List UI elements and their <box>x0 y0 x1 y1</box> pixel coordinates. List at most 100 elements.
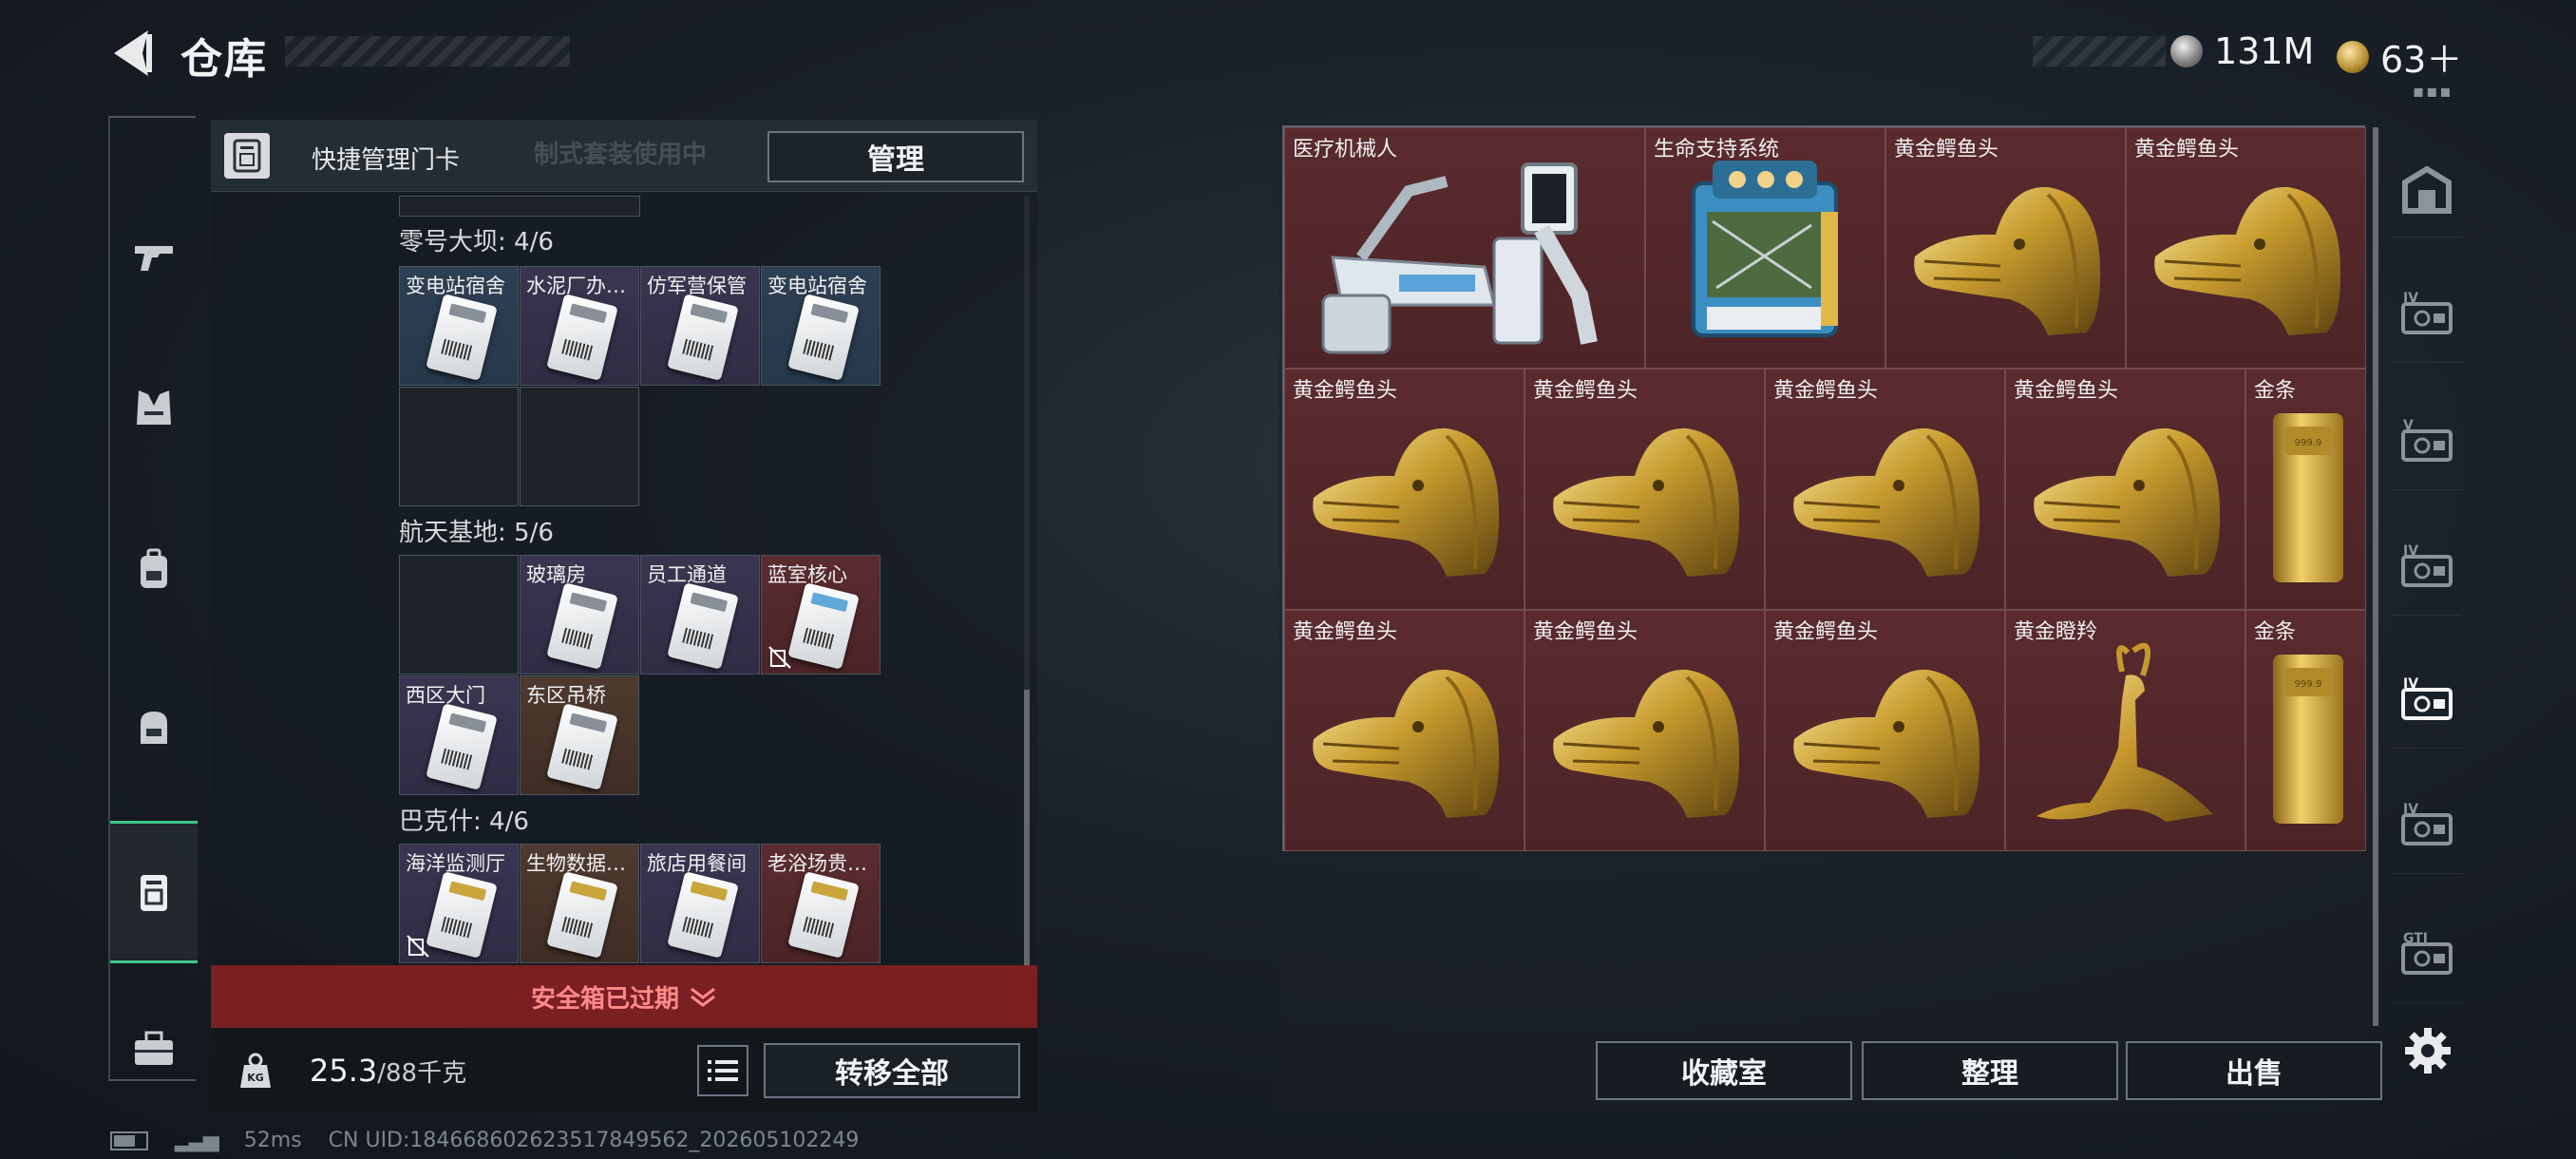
item-gold-bar-image: 999.9 <box>2273 655 2343 824</box>
keycard-label: 海洋监测厅 <box>406 852 505 875</box>
keycard-image <box>787 294 860 381</box>
page-title: 仓库 <box>180 35 268 84</box>
tier-label: IV <box>2403 291 2418 306</box>
group-label: 航天基地: 5/6 <box>399 519 554 547</box>
stash-item[interactable]: 黄金鳄鱼头 <box>2126 127 2366 369</box>
currency-silver: 131M <box>2170 30 2314 72</box>
ping-text: 52ms <box>243 1129 302 1152</box>
broken-card-icon <box>768 646 791 669</box>
nav-toolbox[interactable] <box>110 977 198 1119</box>
keycard-slot[interactable]: 老浴场贵… <box>761 844 881 963</box>
keycard-slot[interactable]: 员工通道 <box>640 555 760 674</box>
keycard-label: 水泥厂办… <box>526 275 626 297</box>
container-tab-case-4b[interactable]: IV <box>2392 521 2462 616</box>
nav-keycards[interactable] <box>110 821 198 963</box>
nav-armor[interactable] <box>110 336 198 479</box>
keycard-panel-header: 快捷管理门卡 制式套装使用中 管理 <box>211 120 1037 192</box>
battery-icon <box>110 1130 148 1150</box>
keycard-image <box>787 582 860 670</box>
title-decoration <box>285 36 570 66</box>
item-name: 黄金鳄鱼头 <box>1533 620 1638 644</box>
item-croc-image <box>1793 428 1980 577</box>
keycard-slot[interactable]: 变电站宿舍 <box>761 266 881 386</box>
stash-item[interactable]: 黄金鳄鱼头 <box>1525 610 1765 851</box>
scrollbar-thumb[interactable] <box>1024 690 1030 994</box>
container-tab-home[interactable] <box>2392 142 2462 238</box>
item-name: 黄金鳄鱼头 <box>1293 379 1398 403</box>
tier-label: IV <box>2403 676 2418 692</box>
keycard-icon <box>141 875 167 911</box>
keycard-slot[interactable]: 海洋监测厅 <box>399 844 519 963</box>
safebox-expired-banner[interactable]: 安全箱已过期 <box>211 965 1037 1028</box>
safebox-expired-text: 安全箱已过期 <box>530 984 679 1014</box>
nav-weapons[interactable] <box>110 184 198 327</box>
nav-backpack[interactable] <box>110 498 198 640</box>
stash-item[interactable]: 黄金瞪羚 <box>2005 610 2245 851</box>
currency-gold[interactable]: 63＋ <box>2337 30 2462 83</box>
category-nav <box>108 116 198 1081</box>
keycard-slot-empty <box>399 196 640 217</box>
keycard-slot[interactable]: 旅店用餐间 <box>640 844 760 963</box>
item-croc-image <box>1313 428 1500 577</box>
stash-item[interactable]: 黄金鳄鱼头 <box>1885 127 2126 369</box>
keycard-label: 老浴场贵… <box>767 852 867 875</box>
bag-icon <box>141 712 167 744</box>
keycard-label: 西区大门 <box>406 684 485 707</box>
container-tab-case-4c[interactable]: IV <box>2392 654 2462 749</box>
container-tab-case-4d[interactable]: IV <box>2392 779 2462 874</box>
keycard-slot[interactable]: 西区大门 <box>399 675 519 795</box>
item-croc-image <box>1313 669 1500 818</box>
keycard-panel-footer: KG 25.3/88千克 转移全部 <box>211 1030 1037 1112</box>
stash-item[interactable]: 999.9 金条 <box>2245 610 2366 851</box>
silver-amount: 131M <box>2214 30 2315 72</box>
tier-label: GTI <box>2403 931 2428 946</box>
pistol-icon <box>135 246 173 271</box>
keycard-slot[interactable]: 生物数据… <box>520 844 639 963</box>
svg-text:KG: KG <box>247 1072 264 1084</box>
keycard-label: 蓝室核心 <box>767 563 847 586</box>
keycard-slot[interactable]: 仿军营保管 <box>640 266 760 386</box>
stash-item[interactable]: 黄金鳄鱼头 <box>1525 369 1765 610</box>
stash-item[interactable]: 黄金鳄鱼头 <box>2005 369 2245 610</box>
keycard-slot[interactable]: 东区吊桥 <box>520 675 639 795</box>
tier-label: IV <box>2403 802 2418 817</box>
stash-item[interactable]: 黄金鳄鱼头 <box>1765 369 2005 610</box>
stash-item[interactable]: 黄金鳄鱼头 <box>1765 610 2005 851</box>
keycard-image <box>426 703 498 790</box>
item-name: 生命支持系统 <box>1654 138 1780 162</box>
keycard-slot[interactable]: 蓝室核心 <box>761 555 881 674</box>
keycard-slot[interactable]: 变电站宿舍 <box>399 266 519 386</box>
backpack-icon <box>141 548 167 588</box>
item-name: 黄金鳄鱼头 <box>1773 620 1879 644</box>
transfer-all-button[interactable]: 转移全部 <box>764 1043 1020 1098</box>
keycard-image <box>667 294 739 381</box>
stash-item[interactable]: 999.9 金条 <box>2245 369 2366 610</box>
toolbox-icon <box>135 1031 173 1065</box>
gold-coin-icon <box>2337 40 2369 73</box>
keycard-image <box>546 582 618 670</box>
manage-button[interactable]: 管理 <box>767 131 1024 182</box>
keycard-slot[interactable]: 玻璃房 <box>520 555 639 674</box>
stash-item[interactable]: 黄金鳄鱼头 <box>1284 369 1525 610</box>
item-name: 黄金鳄鱼头 <box>1533 379 1638 403</box>
stash-item[interactable]: 生命支持系统 <box>1645 127 1885 369</box>
broken-card-icon <box>407 935 429 958</box>
stash-item[interactable]: 医疗机械人 <box>1284 127 1645 369</box>
item-name: 金条 <box>2254 620 2297 644</box>
list-view-button[interactable] <box>697 1045 748 1096</box>
settings-gear-icon[interactable] <box>2399 1022 2456 1079</box>
back-button[interactable] <box>106 27 156 80</box>
keycard-image <box>546 294 618 381</box>
container-scrollbar[interactable] <box>2373 127 2378 1026</box>
container-tab-case-gti[interactable]: GTI <box>2392 908 2462 1003</box>
currency-decoration <box>2033 36 2166 66</box>
stash-item[interactable]: 黄金鳄鱼头 <box>1284 610 1525 851</box>
organize-button[interactable]: 整理 <box>1862 1041 2118 1100</box>
keycard-slot[interactable]: 水泥厂办… <box>520 266 639 386</box>
collection-room-button[interactable]: 收藏室 <box>1596 1041 1852 1100</box>
container-tab-case-5[interactable]: V <box>2392 395 2462 490</box>
item-name: 黄金鳄鱼头 <box>2014 379 2119 403</box>
container-tab-case-4a[interactable]: IV <box>2392 268 2462 363</box>
nav-bag[interactable] <box>110 656 198 798</box>
sell-button[interactable]: 出售 <box>2126 1041 2382 1100</box>
